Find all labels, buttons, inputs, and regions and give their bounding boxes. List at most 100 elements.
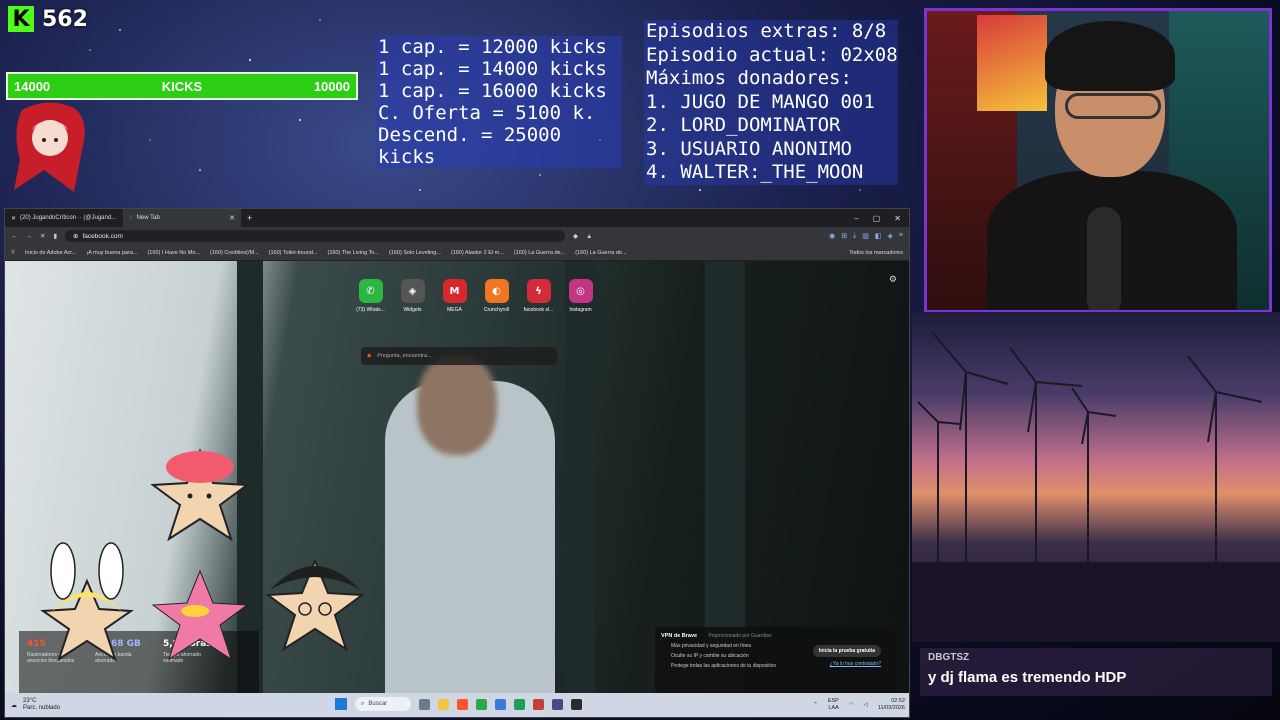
top-sites: ✆ (73) Whats... ◈ Widgets M MEGA ◐ Crunc… bbox=[355, 279, 596, 313]
excel-icon[interactable] bbox=[514, 698, 525, 710]
back-icon[interactable]: ← bbox=[11, 233, 18, 240]
volume-icon[interactable]: ◁ bbox=[864, 702, 868, 709]
file-explorer-icon[interactable] bbox=[438, 698, 449, 710]
language-indicator[interactable]: ESP LAA bbox=[828, 698, 839, 712]
anime-mascot-icon bbox=[14, 102, 85, 192]
shortcut-facebook[interactable]: ϟ facebook sl... bbox=[523, 279, 554, 313]
price-line: Descend. = 25000 kicks bbox=[378, 124, 562, 168]
shortcut-label: Crunchyroll bbox=[483, 307, 510, 313]
blurred-face bbox=[417, 355, 497, 455]
mega-icon: M bbox=[442, 279, 467, 303]
wind-turbines-image bbox=[912, 331, 1280, 642]
address-bar[interactable]: ⊕ facebook.com bbox=[65, 230, 566, 242]
bookmark-item[interactable]: (160) I Have No Mo... bbox=[147, 250, 200, 256]
bookmark-item[interactable]: ¡A muy buena para... bbox=[86, 250, 137, 256]
price-line: 1 cap. = 14000 kicks bbox=[378, 58, 607, 80]
site-info-icon[interactable]: ⊕ bbox=[73, 232, 78, 240]
sidebar-icon[interactable]: ▥ bbox=[862, 232, 869, 240]
whatsapp-icon: ✆ bbox=[358, 279, 383, 303]
app-icon[interactable] bbox=[571, 698, 582, 710]
tab-label: New Tab bbox=[136, 215, 160, 221]
shortcut-instagram[interactable]: ◎ Instagram bbox=[565, 279, 596, 313]
blonde-bunny-sticker bbox=[40, 542, 134, 662]
vpn-already-link[interactable]: ¿Ya lo has contratado? bbox=[830, 661, 881, 667]
shortcut-crunchyroll[interactable]: ◐ Crunchyroll bbox=[481, 279, 512, 313]
forward-icon[interactable]: → bbox=[26, 233, 33, 240]
taskbar-search[interactable]: ⌕ Buscar bbox=[355, 697, 411, 711]
menu-icon[interactable]: ≡ bbox=[899, 232, 903, 240]
kick-count: 562 bbox=[42, 6, 88, 32]
apps-icon[interactable]: ⠿ bbox=[11, 250, 15, 256]
stop-icon[interactable]: ✕ bbox=[40, 232, 45, 240]
wifi-icon[interactable]: ◠ bbox=[849, 702, 854, 709]
app-icon[interactable] bbox=[552, 698, 563, 710]
shortcut-mega[interactable]: M MEGA bbox=[439, 279, 470, 313]
streamer-glasses bbox=[1065, 93, 1161, 119]
clock[interactable]: 02:52 11/03/2026 bbox=[878, 698, 905, 712]
bookmark-icon[interactable]: ▮ bbox=[53, 232, 57, 240]
settings-gear-icon[interactable]: ⚙ bbox=[889, 275, 897, 285]
tab-new-tab[interactable]: ◌ New Tab ✕ bbox=[123, 209, 241, 227]
shortcut-label: facebook sl... bbox=[523, 307, 554, 313]
top-donors-title: Máximos donadores: bbox=[646, 67, 852, 89]
bookmark-item[interactable]: (160) Alastor 2 El m... bbox=[451, 250, 504, 256]
minimize-icon[interactable]: – bbox=[854, 214, 858, 223]
vpn-icon[interactable]: ◈ bbox=[888, 232, 893, 240]
close-window-icon[interactable]: ✕ bbox=[894, 214, 901, 223]
bookmark-item[interactable]: (160) Credities(/M... bbox=[210, 250, 259, 256]
weather-desc: Parc. nublado bbox=[23, 705, 61, 711]
brave-browser-icon[interactable] bbox=[457, 698, 468, 710]
bookmark-item[interactable]: (160) Solo Leveling... bbox=[389, 250, 441, 256]
spotify-icon[interactable] bbox=[476, 698, 487, 710]
chevron-up-icon[interactable]: ⌃ bbox=[813, 702, 818, 709]
vpn-sponsor: Proporcionado por Guardian bbox=[708, 633, 772, 639]
new-tab-button[interactable]: + bbox=[241, 213, 258, 223]
pink-star-sticker bbox=[151, 569, 249, 661]
app-icon[interactable] bbox=[533, 698, 544, 710]
vpn-trial-button[interactable]: Inicia la prueba gratuita bbox=[812, 645, 881, 657]
kick-counter: K 562 bbox=[8, 6, 88, 32]
shortcut-label: (73) Whats... bbox=[356, 307, 385, 313]
bookmark-item[interactable]: (160) The Living To... bbox=[327, 250, 378, 256]
weather-widget[interactable]: 23°C Parc. nublado bbox=[23, 698, 60, 712]
search-icon: ⌕ bbox=[361, 700, 365, 707]
extension-icon[interactable]: ⊞ bbox=[841, 232, 847, 240]
x-logo-icon: ✕ bbox=[11, 215, 17, 222]
bookmark-item[interactable]: (160) La Guerra de... bbox=[575, 250, 626, 256]
bookmark-item[interactable]: Inicio de Adobe Acr... bbox=[25, 250, 76, 256]
instagram-icon: ◎ bbox=[568, 279, 593, 303]
weather-icon: ☁ bbox=[11, 702, 17, 709]
shortcut-label: Widgets bbox=[403, 307, 422, 313]
chat-text: y dj flama es tremendo HDP bbox=[928, 669, 1127, 686]
wallet-icon[interactable]: ◧ bbox=[875, 232, 882, 240]
search-input[interactable]: ◆ Pregunta, encuentra... bbox=[361, 347, 557, 365]
microphone-icon bbox=[1087, 207, 1121, 310]
clock-date: 11/03/2026 bbox=[877, 705, 905, 711]
close-tab-icon[interactable]: ✕ bbox=[229, 214, 235, 222]
vpn-promo-card: VPN de Brave Proporcionado por Guardian … bbox=[655, 627, 895, 693]
bookmark-item[interactable]: (160) Toilet-bound... bbox=[269, 250, 318, 256]
download-icon[interactable]: ⤓ bbox=[853, 232, 856, 240]
extension-icon[interactable]: ◉ bbox=[829, 232, 835, 240]
bookmark-item[interactable]: (160) La Guerra de... bbox=[514, 250, 565, 256]
shortcut-whatsapp[interactable]: ✆ (73) Whats... bbox=[355, 279, 386, 313]
brave-shields-icon[interactable]: ◆ bbox=[573, 232, 578, 240]
price-list: 1 cap. = 12000 kicks 1 cap. = 14000 kick… bbox=[376, 36, 622, 168]
weather-temp: 23°C bbox=[23, 698, 37, 704]
vpn-title: VPN de Brave bbox=[661, 633, 698, 639]
navigation-bar: ← → ✕ ▮ ⊕ facebook.com ◆ ▲ ◉ ⊞ ⤓ ▥ ◧ ◈ ≡ bbox=[5, 227, 909, 245]
shortcut-widgets[interactable]: ◈ Widgets bbox=[397, 279, 428, 313]
url-text: facebook.com bbox=[82, 232, 123, 240]
tab-twitter[interactable]: ✕ (20) JugandoCríticon ·· (@Jugand... bbox=[5, 209, 123, 227]
clock-time: 02:52 bbox=[891, 698, 905, 704]
all-bookmarks[interactable]: Todos los marcadores bbox=[849, 250, 903, 256]
windows-start-icon[interactable] bbox=[335, 698, 347, 710]
brave-rewards-icon[interactable]: ▲ bbox=[586, 233, 592, 240]
task-view-icon[interactable] bbox=[419, 698, 430, 710]
language-code: ESP bbox=[827, 698, 839, 704]
app-icon[interactable] bbox=[495, 698, 506, 710]
chat-message: DBGTSZ y dj flama es tremendo HDP bbox=[920, 648, 1272, 696]
shortcut-label: Instagram bbox=[569, 307, 592, 313]
maximize-icon[interactable]: ▢ bbox=[873, 214, 881, 223]
donor-line: 4. WALTER:_THE_MOON bbox=[646, 161, 864, 183]
